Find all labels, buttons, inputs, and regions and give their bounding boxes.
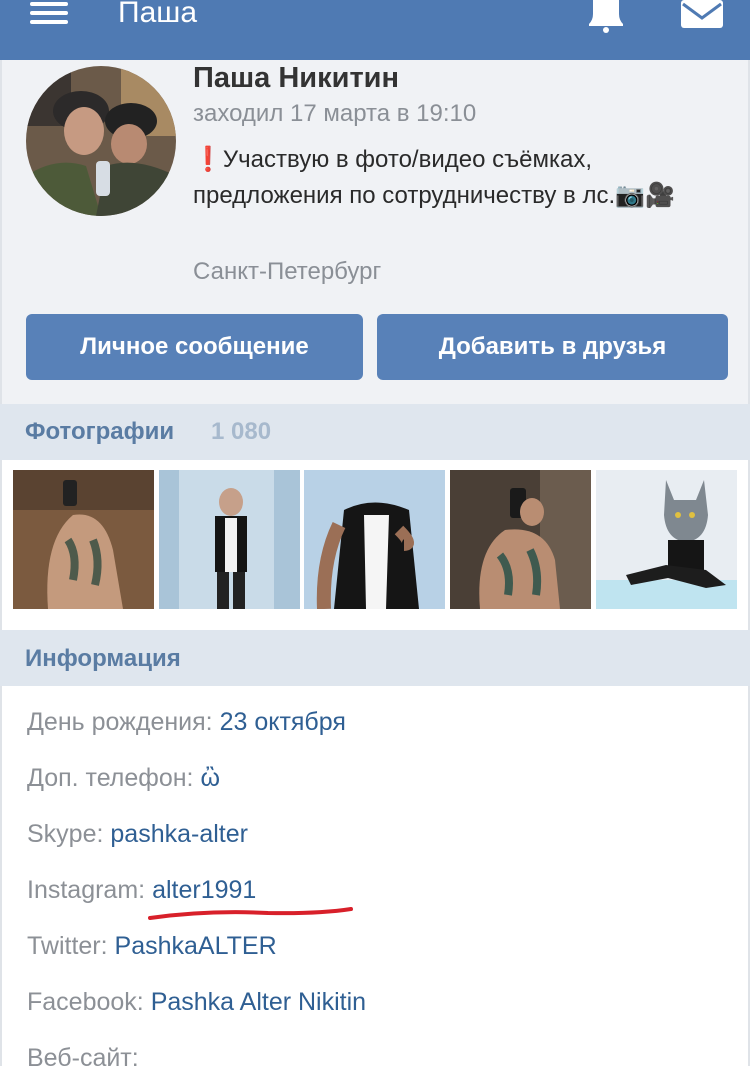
info-row-instagram: Instagram: alter1991 [27, 876, 256, 905]
info-label: Доп. телефон: [27, 764, 194, 792]
info-list: День рождения: 23 октября Доп. телефон: … [0, 686, 750, 1066]
info-row-extra-phone: Доп. телефон: ὢ [27, 764, 220, 793]
info-label: Instagram: [27, 876, 146, 904]
info-label: Facebook: [27, 988, 144, 1016]
info-value[interactable]: alter1991 [152, 876, 256, 904]
info-label: Веб-сайт: [27, 1044, 139, 1066]
info-label: Skype: [27, 820, 104, 848]
profile-status: ❗Участвую в фото/видео съёмках, предложе… [193, 142, 723, 214]
profile-city: Санкт-Петербург [193, 258, 382, 285]
info-value[interactable]: ὢ [200, 764, 220, 792]
info-row-facebook: Facebook: Pashka Alter Nikitin [27, 988, 366, 1017]
info-section-header: Информация [0, 630, 750, 686]
info-row-twitter: Twitter: PashkaALTER [27, 932, 277, 961]
info-title: Информация [25, 645, 181, 672]
hamburger-menu-icon[interactable] [30, 0, 68, 26]
add-friend-button[interactable]: Добавить в друзья [377, 314, 728, 380]
profile-card: Паша Никитин заходил 17 марта в 19:10 ❗У… [0, 60, 750, 404]
page-title: Паша [118, 0, 197, 29]
info-value[interactable]: 23 октября [220, 708, 346, 736]
info-value[interactable]: pashka-alter [110, 820, 248, 848]
photo-thumbnail[interactable] [13, 470, 154, 609]
photo-thumbnail[interactable] [596, 470, 737, 609]
photos-section-header[interactable]: Фотографии 1 080 [0, 404, 750, 460]
info-row-birthday: День рождения: 23 октября [27, 708, 346, 737]
info-value[interactable]: Pashka Alter Nikitin [151, 988, 366, 1016]
photo-thumbnail[interactable] [304, 470, 445, 609]
mail-envelope-icon[interactable] [681, 0, 723, 28]
info-label: День рождения: [27, 708, 213, 736]
photo-thumbnail[interactable] [450, 470, 591, 609]
photos-strip [0, 460, 750, 630]
exclamation-mark-icon: ❗ [193, 146, 223, 173]
avatar[interactable] [26, 66, 176, 216]
profile-name: Паша Никитин [193, 62, 399, 94]
photos-title: Фотографии [25, 418, 175, 445]
last-seen-text: заходил 17 марта в 19:10 [193, 100, 477, 127]
info-row-website: Веб-сайт: [27, 1044, 139, 1066]
private-message-button[interactable]: Личное сообщение [26, 314, 363, 380]
top-navigation-bar: Паша [0, 0, 750, 60]
info-label: Twitter: [27, 932, 108, 960]
info-value[interactable]: PashkaALTER [115, 932, 277, 960]
info-row-skype: Skype: pashka-alter [27, 820, 248, 849]
status-text: Участвую в фото/видео съёмках, предложен… [193, 146, 675, 209]
photos-count: 1 080 [211, 418, 272, 445]
bell-icon[interactable] [588, 0, 624, 34]
photo-thumbnail[interactable] [159, 470, 300, 609]
red-underline-annotation [148, 907, 353, 920]
